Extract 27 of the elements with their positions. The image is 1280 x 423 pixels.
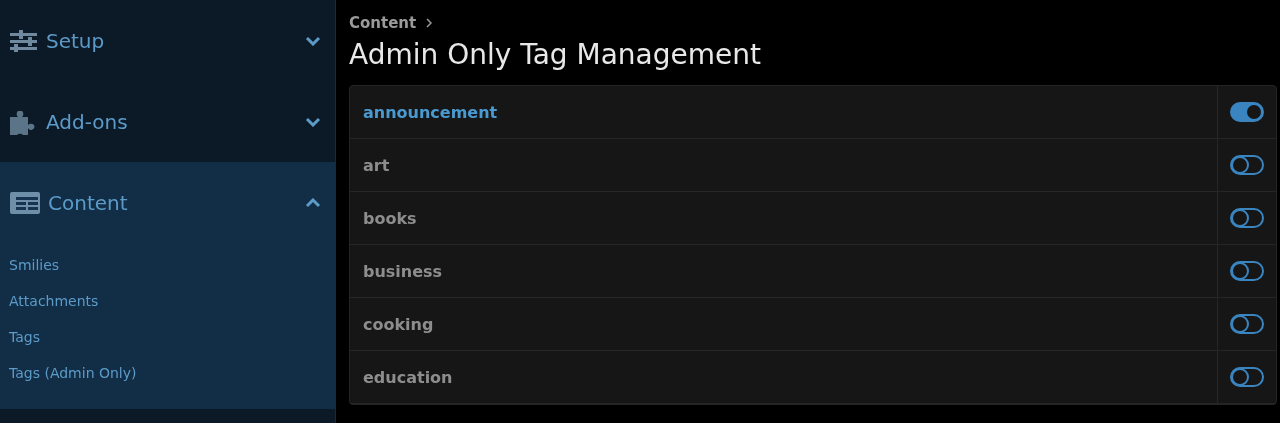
- nav-link[interactable]: Tags: [0, 319, 335, 355]
- list-icon: [10, 191, 40, 214]
- tag-name[interactable]: books: [363, 208, 417, 228]
- nav-section-header[interactable]: Content: [0, 162, 335, 243]
- toggle-switch[interactable]: [1230, 155, 1264, 175]
- page-title: Admin Only Tag Management: [349, 38, 762, 71]
- toggle-switch[interactable]: [1230, 367, 1264, 387]
- tag-name[interactable]: business: [363, 261, 443, 281]
- tag-name[interactable]: art: [363, 155, 390, 175]
- tag-name[interactable]: announcement: [363, 102, 498, 122]
- tag-name[interactable]: cooking: [363, 314, 434, 334]
- breadcrumb-link[interactable]: Content: [349, 14, 417, 32]
- chevron-down-icon: [305, 116, 321, 127]
- nav-link[interactable]: Smilies: [0, 247, 335, 283]
- toggle-switch[interactable]: [1230, 102, 1264, 122]
- chevron-up-icon: [305, 197, 321, 208]
- chevron-right-icon: [426, 18, 433, 28]
- chevron-down-icon: [305, 35, 321, 46]
- nav-section-header[interactable]: Add-ons: [0, 81, 335, 162]
- nav-section-header[interactable]: Setup: [0, 0, 335, 81]
- toggle-switch[interactable]: [1230, 261, 1264, 281]
- toggle-switch[interactable]: [1230, 314, 1264, 334]
- tag-name[interactable]: education: [363, 367, 453, 387]
- toggle-switch[interactable]: [1230, 208, 1264, 228]
- nav-link[interactable]: Tags (Admin Only): [0, 355, 335, 391]
- nav-link[interactable]: Attachments: [0, 283, 335, 319]
- sliders-icon: [10, 29, 38, 52]
